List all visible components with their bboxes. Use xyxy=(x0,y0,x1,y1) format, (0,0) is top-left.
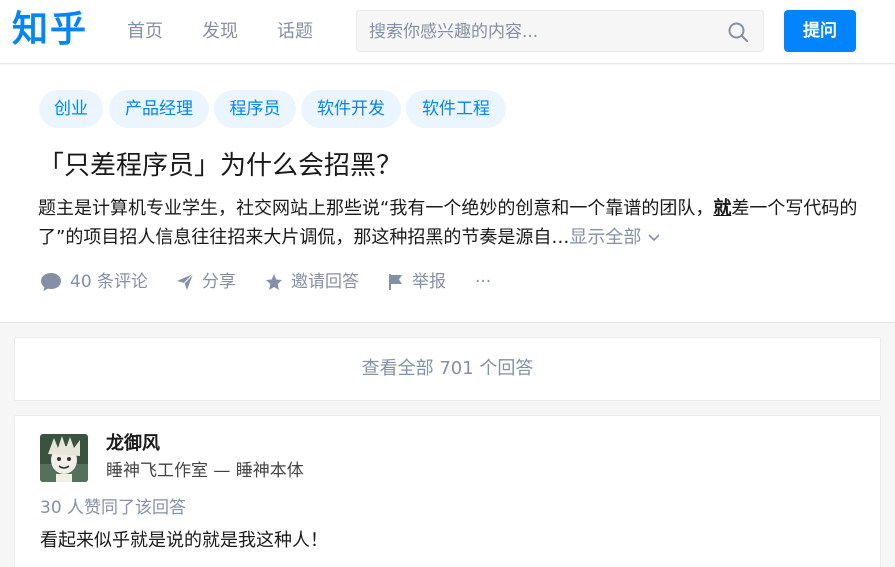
nav-discover[interactable]: 发现 xyxy=(202,20,238,44)
report-label: 举报 xyxy=(412,272,446,292)
answer-card: 龙御风 睡神飞工作室 — 睡神本体 30 人赞同了该回答 看起来似乎就是说的就是… xyxy=(14,415,881,567)
topic-tag[interactable]: 创业 xyxy=(39,90,103,128)
topic-tag[interactable]: 产品经理 xyxy=(109,90,209,128)
show-all-link[interactable]: 显示全部 xyxy=(569,227,661,248)
avatar[interactable] xyxy=(40,434,88,482)
invite-label: 邀请回答 xyxy=(291,272,359,292)
topic-tag[interactable]: 程序员 xyxy=(214,90,296,128)
question-card: 创业 产品经理 程序员 软件开发 软件工程 「只差程序员」为什么会招黑？ 题主是… xyxy=(0,65,895,323)
chevron-down-icon xyxy=(648,234,660,242)
star-icon xyxy=(266,274,282,290)
ask-button[interactable]: 提问 xyxy=(784,10,856,52)
paper-plane-icon xyxy=(177,273,194,290)
avatar-image xyxy=(40,434,88,482)
more-button[interactable]: ··· xyxy=(475,270,491,294)
comment-icon xyxy=(41,273,61,291)
nav-topics[interactable]: 话题 xyxy=(277,20,313,44)
zhihu-logo[interactable]: 知乎 xyxy=(12,8,88,52)
description-highlight: 就 xyxy=(713,198,732,219)
description-text: 题主是计算机专业学生，社交网站上那些说“我有一个绝妙的创意和一个靠谱的团队， xyxy=(38,198,714,219)
answer-content: 看起来似乎就是说的就是我这种人！ xyxy=(40,530,328,551)
flag-icon xyxy=(389,274,402,290)
share-button[interactable]: 分享 xyxy=(176,270,236,294)
comments-label: 40 条评论 xyxy=(70,272,149,292)
question-description: 题主是计算机专业学生，社交网站上那些说“我有一个绝妙的创意和一个靠谱的团队，就差… xyxy=(38,194,878,252)
vote-count: 30 人赞同了该回答 xyxy=(40,498,187,518)
search-box xyxy=(356,10,764,52)
show-all-label: 显示全部 xyxy=(569,227,642,248)
author-bio: 睡神飞工作室 — 睡神本体 xyxy=(106,461,304,481)
author-name[interactable]: 龙御风 xyxy=(106,432,160,456)
invite-button[interactable]: 邀请回答 xyxy=(265,270,359,294)
top-header: 知乎 首页 发现 话题 提问 xyxy=(0,0,895,64)
question-title[interactable]: 「只差程序员」为什么会招黑？ xyxy=(38,149,402,183)
topic-tag[interactable]: 软件开发 xyxy=(301,90,401,128)
share-label: 分享 xyxy=(202,272,236,292)
topic-tag[interactable]: 软件工程 xyxy=(406,90,506,128)
nav-home[interactable]: 首页 xyxy=(127,20,163,44)
search-icon[interactable] xyxy=(727,21,749,43)
view-all-answers-button[interactable]: 查看全部 701 个回答 xyxy=(14,337,881,401)
comments-button[interactable]: 40 条评论 xyxy=(40,270,148,294)
search-input[interactable] xyxy=(369,19,709,45)
report-button[interactable]: 举报 xyxy=(388,270,446,294)
